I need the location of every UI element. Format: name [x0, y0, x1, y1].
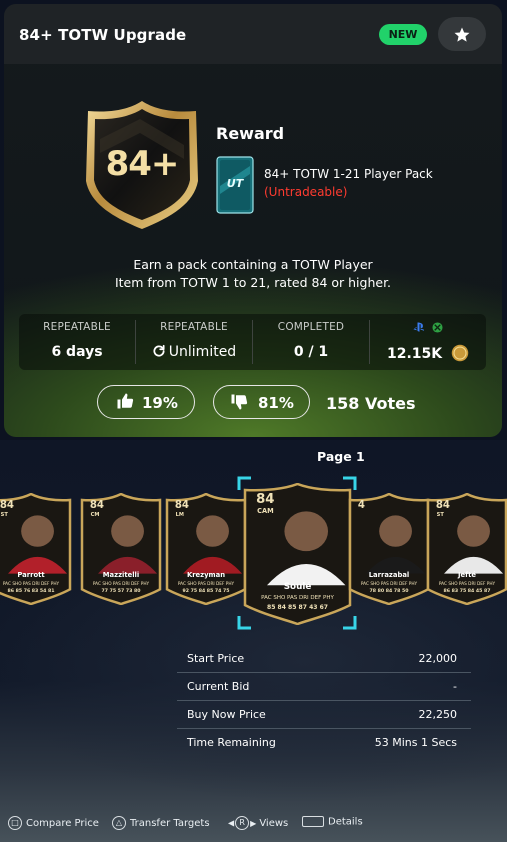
description-line-1: Earn a pack containing a TOTW Player — [133, 257, 373, 272]
card-player-name: Krezyman — [186, 571, 226, 580]
platform-icons — [370, 321, 486, 333]
pack-logo: UT — [226, 177, 244, 190]
touchpad-icon — [302, 816, 324, 827]
row-label: Current Bid — [187, 680, 250, 693]
row-label: Time Remaining — [187, 736, 276, 749]
listing-details: Start Price 22,000 Current Bid - Buy Now… — [177, 645, 471, 756]
card-position: LM — [175, 512, 184, 519]
description-line-2: Item from TOTW 1 to 21, rated 84 or high… — [114, 275, 392, 290]
start-price-row: Start Price 22,000 — [177, 645, 471, 673]
objective-description: Earn a pack containing a TOTW Player Ite… — [4, 256, 502, 292]
card-stat-values: 92 75 84 85 74 75 — [182, 589, 230, 595]
objective-title: 84+ TOTW Upgrade — [19, 26, 187, 44]
like-button[interactable]: 19% — [97, 385, 195, 419]
player-card[interactable]: 84 CM Mazzitelli PAC SHO PAS DRI DEF PHY 77 … — [80, 492, 162, 606]
pack-untradeable-note: (Untradeable) — [264, 185, 348, 199]
card-rating: 84 — [89, 499, 105, 511]
badge-rating-text: 84+ — [105, 144, 180, 184]
card-player-name: Larrazabal — [368, 571, 410, 580]
row-label: Buy Now Price — [187, 708, 266, 721]
stat-value-coins: 12.15K — [370, 314, 486, 370]
objective-stats-bar: REPEATABLE 6 days REPEATABLE Unlimited C… — [19, 314, 486, 370]
dislike-button[interactable]: 81% — [213, 385, 310, 419]
ut-coin-icon — [451, 344, 469, 362]
hint-label: Transfer Targets — [130, 818, 210, 829]
r-stick-button: R — [235, 816, 250, 830]
reward-heading: Reward — [216, 124, 285, 143]
thumbs-up-icon — [117, 393, 134, 409]
player-card[interactable]: 84 ST Parrott PAC SHO PAS DRI DEF PHY 86 85 … — [0, 492, 72, 606]
page-indicator: Page 1 — [317, 449, 365, 464]
card-player-name: Jefté — [458, 571, 476, 580]
star-icon — [454, 27, 470, 42]
row-value: - — [453, 680, 457, 693]
views-hint[interactable]: ◀ R ▶ Views — [228, 816, 288, 830]
time-remaining-row: Time Remaining 53 Mins 1 Secs — [177, 729, 471, 756]
square-button-icon: □ — [8, 816, 22, 830]
player-card[interactable]: 84 LM Krezyman PAC SHO PAS DRI DEF PHY 92 75… — [165, 492, 247, 606]
favorite-button[interactable] — [438, 17, 486, 51]
stat-value: Unlimited — [168, 344, 237, 360]
card-position: CM — [90, 512, 100, 519]
card-player-name: Mazzitelli — [102, 571, 140, 580]
player-card[interactable]: 84 ST Jefté PAC SHO PAS DRI DEF PHY 86 83 75… — [426, 492, 507, 606]
stat-value: 6 days — [51, 344, 103, 360]
row-label: Start Price — [187, 652, 245, 665]
card-stat-values: 78 80 84 78 50 — [369, 589, 409, 595]
selected-card-frame — [237, 476, 357, 630]
dislike-percentage: 81% — [258, 394, 294, 412]
hint-label: Details — [328, 816, 363, 828]
row-value: 53 Mins 1 Secs — [374, 736, 457, 749]
card-rating: 84 — [0, 499, 15, 511]
stat-value-row: Unlimited — [136, 344, 252, 360]
hint-label: Compare Price — [26, 818, 99, 829]
stat-value: 0 / 1 — [293, 344, 329, 360]
vote-count: 158 Votes — [326, 394, 416, 413]
pack-icon: UT — [216, 156, 254, 214]
refresh-icon — [153, 344, 165, 357]
r-stick-icon: ◀ — [228, 818, 235, 828]
buy-now-price-row: Buy Now Price 22,250 — [177, 701, 471, 729]
stat-completed: COMPLETED 0 / 1 — [253, 314, 369, 370]
card-stat-values: 86 85 76 83 54 81 — [7, 589, 55, 595]
card-position: ST — [436, 512, 444, 519]
xbox-icon — [432, 321, 443, 333]
new-badge: NEW — [379, 24, 427, 45]
card-position: ST — [0, 512, 8, 519]
hint-label: Views — [259, 818, 289, 829]
row-value: 22,250 — [418, 708, 458, 721]
pack-name: 84+ TOTW 1-21 Player Pack — [264, 167, 433, 181]
like-percentage: 19% — [142, 394, 178, 412]
stat-expiry: REPEATABLE 6 days — [19, 314, 135, 370]
card-player-name: Parrott — [17, 571, 45, 580]
player-card[interactable]: 4 Larrazabal PAC SHO PAS DRI DEF PHY 78 80 … — [348, 492, 430, 606]
card-rating: 84 — [174, 499, 190, 511]
triangle-button-icon: △ — [112, 816, 126, 830]
current-bid-row: Current Bid - — [177, 673, 471, 701]
stat-label: COMPLETED — [277, 321, 345, 333]
stat-label: REPEATABLE — [160, 321, 228, 333]
compare-price-hint[interactable]: □ Compare Price — [8, 816, 99, 830]
details-hint[interactable]: Details — [302, 816, 363, 828]
coin-value-row: 12.15K — [370, 344, 486, 362]
stat-repeatable: REPEATABLE Unlimited — [136, 314, 252, 370]
controller-hints-bar: □ Compare Price △ Transfer Targets ◀ R ▶ View… — [0, 805, 507, 842]
card-rating: 4 — [357, 499, 365, 511]
card-stat-values: 77 75 57 73 80 — [101, 589, 141, 595]
thumbs-down-icon — [231, 394, 248, 410]
row-value: 22,000 — [418, 652, 458, 665]
transfer-targets-hint[interactable]: △ Transfer Targets — [112, 816, 210, 830]
objective-panel: 84+ TOTW Upgrade NEW 84+ Reward UT 84+ T… — [4, 4, 502, 437]
playstation-icon — [413, 322, 424, 332]
stat-value: 12.15K — [386, 346, 443, 362]
r-stick-right-icon: ▶ — [250, 818, 257, 828]
stat-label: REPEATABLE — [43, 321, 111, 333]
card-stat-values: 86 83 75 84 45 87 — [443, 589, 491, 595]
card-rating: 84 — [435, 499, 451, 511]
